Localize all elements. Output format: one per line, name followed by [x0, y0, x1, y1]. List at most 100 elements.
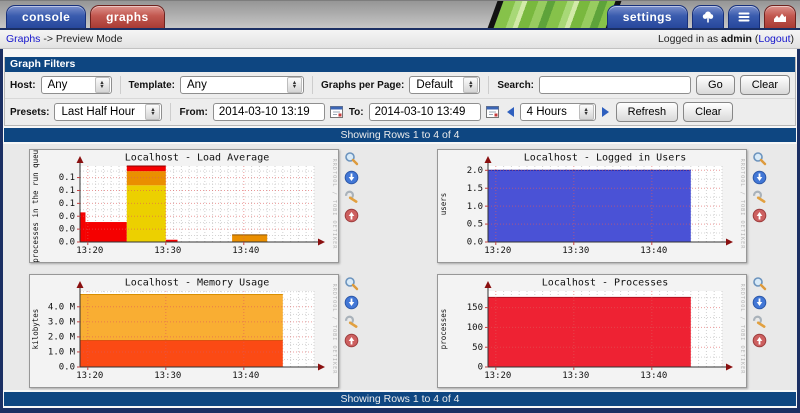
graph-cell: 05010015013:2013:3013:40Localhost - Proc… [437, 274, 768, 388]
refresh-button[interactable]: Refresh [616, 102, 679, 122]
zoom-icon[interactable] [344, 276, 359, 291]
svg-text:13:30: 13:30 [562, 246, 589, 256]
select-arrows-icon: ▲▼ [95, 77, 110, 93]
timespan-select-value: 4 Hours [527, 106, 567, 118]
svg-text:150: 150 [467, 303, 483, 313]
svg-text:4.0 M: 4.0 M [48, 302, 76, 312]
svg-text:13:20: 13:20 [484, 246, 511, 256]
svg-text:0.1: 0.1 [59, 186, 75, 196]
list-view-button[interactable] [728, 5, 760, 28]
to-calendar-icon[interactable] [486, 105, 500, 119]
svg-text:processes in the run queue: processes in the run queue [31, 149, 40, 263]
breadcrumb-current: Preview Mode [56, 33, 123, 45]
zoom-icon[interactable] [344, 151, 359, 166]
svg-text:Localhost - Processes: Localhost - Processes [542, 278, 668, 289]
go-button[interactable]: Go [696, 75, 735, 95]
svg-text:0.0: 0.0 [59, 363, 75, 373]
csv-export-icon[interactable] [344, 170, 359, 185]
presets-select[interactable]: Last Half Hour ▲▼ [54, 103, 162, 121]
graph-filters-panel: Graph Filters Host: Any ▲▼ Template: Any… [4, 57, 796, 126]
tab-console[interactable]: console [6, 5, 86, 28]
graph-source-icon[interactable] [752, 314, 767, 329]
tab-graphs[interactable]: graphs [90, 5, 164, 28]
per-page-select-value: Default [416, 79, 452, 91]
login-username: admin [721, 33, 752, 45]
clear-button[interactable]: Clear [740, 75, 790, 95]
zoom-icon[interactable] [752, 151, 767, 166]
per-page-select[interactable]: Default ▲▼ [409, 76, 480, 94]
graph-image-2[interactable]: 0.00.51.01.52.013:2013:3013:40Localhost … [437, 149, 747, 263]
svg-text:1.0 M: 1.0 M [48, 348, 76, 358]
graph-image-1[interactable]: 0.00.00.00.10.10.113:2013:3013:40Localho… [29, 149, 339, 263]
graph-source-icon[interactable] [752, 189, 767, 204]
csv-export-icon[interactable] [752, 295, 767, 310]
svg-text:100: 100 [467, 323, 483, 333]
tab-settings[interactable]: settings [607, 5, 688, 28]
graph-source-icon[interactable] [344, 314, 359, 329]
svg-text:13:20: 13:20 [76, 371, 103, 381]
graphs-grid: 0.00.00.00.10.10.113:2013:3013:40Localho… [3, 144, 797, 390]
breadcrumb: Graphs -> Preview Mode [6, 33, 122, 45]
host-select[interactable]: Any ▲▼ [41, 76, 112, 94]
svg-text:13:40: 13:40 [232, 246, 259, 256]
svg-text:Localhost - Logged in Users: Localhost - Logged in Users [524, 153, 687, 164]
template-label: Template: [129, 80, 176, 91]
svg-text:13:30: 13:30 [154, 246, 181, 256]
shift-back-icon[interactable] [505, 106, 515, 118]
divider [120, 76, 121, 94]
list-icon [736, 10, 752, 24]
presets-select-value: Last Half Hour [61, 106, 135, 118]
preview-view-button[interactable] [764, 5, 796, 28]
timespan-select[interactable]: 4 Hours ▲▼ [520, 103, 596, 121]
svg-text:Localhost - Memory Usage: Localhost - Memory Usage [125, 278, 270, 289]
csv-export-icon[interactable] [344, 295, 359, 310]
breadcrumb-bar: Graphs -> Preview Mode Logged in as admi… [0, 28, 800, 49]
from-calendar-icon[interactable] [330, 105, 344, 119]
graph-actions [752, 149, 767, 223]
svg-text:0.1: 0.1 [59, 199, 75, 209]
zoom-icon[interactable] [752, 276, 767, 291]
select-arrows-icon: ▲▼ [145, 104, 160, 120]
search-label: Search: [497, 80, 534, 91]
divider [312, 76, 313, 94]
host-label: Host: [10, 80, 36, 91]
logout-link[interactable]: Logout [758, 33, 790, 45]
from-label: From: [179, 107, 207, 118]
graph-actions [752, 274, 767, 348]
csv-export-icon[interactable] [752, 170, 767, 185]
timespan-clear-button[interactable]: Clear [683, 102, 733, 122]
graph-image-4[interactable]: 05010015013:2013:3013:40Localhost - Proc… [437, 274, 747, 388]
tree-icon [700, 10, 716, 24]
search-input[interactable] [539, 76, 691, 94]
svg-text:13:40: 13:40 [640, 246, 667, 256]
svg-text:50: 50 [472, 343, 483, 353]
to-date-input[interactable] [369, 103, 481, 121]
svg-text:0.0: 0.0 [59, 225, 75, 235]
page-top-icon[interactable] [752, 208, 767, 223]
page-top-icon[interactable] [752, 333, 767, 348]
breadcrumb-graphs-link[interactable]: Graphs [6, 33, 40, 45]
filter-row-2: Presets: Last Half Hour ▲▼ From: To: 4 H… [5, 98, 795, 125]
main-content: Graph Filters Host: Any ▲▼ Template: Any… [0, 49, 800, 413]
graph-chart-icon [772, 10, 788, 24]
select-arrows-icon: ▲▼ [463, 77, 478, 93]
per-page-label: Graphs per Page: [321, 80, 404, 91]
svg-text:13:40: 13:40 [232, 371, 259, 381]
paren-close: ) [791, 33, 795, 45]
graph-source-icon[interactable] [344, 189, 359, 204]
svg-text:0.0: 0.0 [467, 238, 483, 248]
page-top-icon[interactable] [344, 333, 359, 348]
svg-text:13:30: 13:30 [154, 371, 181, 381]
template-select[interactable]: Any ▲▼ [180, 76, 304, 94]
graph-image-3[interactable]: 0.01.0 M2.0 M3.0 M4.0 M13:2013:3013:40Lo… [29, 274, 339, 388]
divider [488, 76, 489, 94]
page-top-icon[interactable] [344, 208, 359, 223]
cacti-logo [486, 0, 622, 28]
login-status: Logged in as admin (Logout) [658, 33, 794, 45]
tree-view-button[interactable] [692, 5, 724, 28]
shift-forward-icon[interactable] [601, 106, 611, 118]
svg-text:RRDTOOL / TOBI OETIKER: RRDTOOL / TOBI OETIKER [739, 159, 745, 250]
svg-text:2.0: 2.0 [467, 166, 483, 176]
svg-text:processes: processes [439, 309, 448, 350]
from-date-input[interactable] [213, 103, 325, 121]
